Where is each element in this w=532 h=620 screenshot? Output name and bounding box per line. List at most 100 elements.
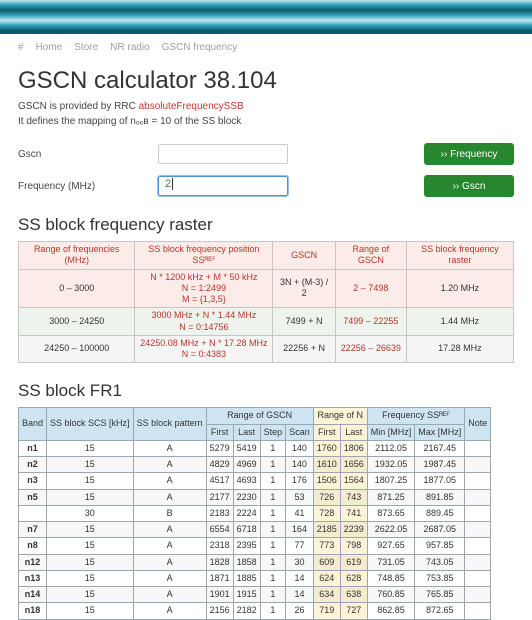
fr1-cell: 872.65 <box>415 603 465 619</box>
fr1-cell: 743.05 <box>415 554 465 570</box>
fr1-cell: 891.85 <box>415 489 465 505</box>
fr1-heading: SS block FR1 <box>18 381 514 401</box>
fr1-row: n1215A18281858130609619731.05743.05 <box>19 554 491 570</box>
gscn-input[interactable] <box>158 144 288 164</box>
page-title: GSCN calculator 38.104 <box>18 67 514 95</box>
fr1-col-pattern: SS block pattern <box>133 408 206 441</box>
gscn-button[interactable]: Gscn <box>424 175 514 197</box>
fr1-cell: 753.85 <box>415 570 465 586</box>
fr1-sub-first: First <box>206 424 233 440</box>
fr1-col-freq: Frequency SSᴿᴱꟳ <box>367 408 465 424</box>
fr1-cell: 14 <box>286 587 314 603</box>
fr1-cell <box>465 457 491 473</box>
fr1-cell: 15 <box>47 440 134 456</box>
fr1-cell: 1807.25 <box>367 473 415 489</box>
fr1-cell <box>465 505 491 521</box>
fr1-cell: 4969 <box>233 457 260 473</box>
fr1-cell: 15 <box>47 473 134 489</box>
fr1-sub-nfirst: First <box>313 424 340 440</box>
fr1-cell: A <box>133 587 206 603</box>
fr1-cell: 2622.05 <box>367 522 415 538</box>
breadcrumb-home-icon[interactable]: # <box>18 42 24 53</box>
fr1-cell: 1 <box>260 440 286 456</box>
fr1-cell: n5 <box>19 489 47 505</box>
fr1-cell: 873.65 <box>367 505 415 521</box>
breadcrumb-item[interactable]: Store <box>74 42 98 53</box>
desc-text-2: It defines the mapping of nₒₒʙ = 10 of t… <box>18 116 241 127</box>
breadcrumb: # Home Store NR radio GSCN frequency <box>18 34 514 61</box>
fr1-cell: 1932.05 <box>367 457 415 473</box>
fr1-cell: 2156 <box>206 603 233 619</box>
fr1-cell: 1885 <box>233 570 260 586</box>
fr1-cell: A <box>133 522 206 538</box>
raster-cell: 24250.08 MHz + N * 17.28 MHzN = 0:4383 <box>135 335 273 363</box>
fr1-cell: 1 <box>260 457 286 473</box>
raster-cell: 3000 MHz + N * 1.44 MHzN = 0:14756 <box>135 308 273 336</box>
fr1-cell: 2224 <box>233 505 260 521</box>
breadcrumb-item[interactable]: NR radio <box>110 42 149 53</box>
fr1-cell: 2167.45 <box>415 440 465 456</box>
desc-text: GSCN is provided by RRC <box>18 101 139 112</box>
fr1-cell: 2395 <box>233 538 260 554</box>
fr1-cell: 609 <box>313 554 340 570</box>
raster-col-step: SS block frequency raster <box>406 242 513 270</box>
frequency-input-value: 2 <box>165 178 171 190</box>
fr1-cell: 871.25 <box>367 489 415 505</box>
fr1-cell <box>465 489 491 505</box>
fr1-table: Band SS block SCS [kHz] SS block pattern… <box>18 407 491 619</box>
fr1-cell: 4829 <box>206 457 233 473</box>
fr1-cell: 140 <box>286 440 314 456</box>
fr1-cell: 14 <box>286 570 314 586</box>
frequency-label: Frequency (MHz) <box>18 181 158 192</box>
raster-col-range: Range of frequencies (MHz) <box>19 242 135 270</box>
fr1-cell: 15 <box>47 570 134 586</box>
fr1-cell: 2182 <box>233 603 260 619</box>
fr1-cell: B <box>133 505 206 521</box>
fr1-cell: 6718 <box>233 522 260 538</box>
fr1-cell: 164 <box>286 522 314 538</box>
raster-col-pos: SS block frequency position SSᴿᴱꟳ <box>135 242 273 270</box>
raster-cell: 1.20 MHz <box>406 269 513 308</box>
fr1-cell: A <box>133 554 206 570</box>
fr1-cell: 1610 <box>313 457 340 473</box>
fr1-cell <box>465 554 491 570</box>
fr1-cell: A <box>133 603 206 619</box>
raster-cell: 7499 – 22255 <box>335 308 406 336</box>
fr1-cell: 15 <box>47 457 134 473</box>
banner-image <box>0 0 532 34</box>
fr1-cell: 1 <box>260 554 286 570</box>
fr1-col-note: Note <box>465 408 491 441</box>
fr1-cell: 1 <box>260 603 286 619</box>
fr1-cell: 727 <box>340 603 367 619</box>
fr1-row: n215A482949691140161016561932.051987.45 <box>19 457 491 473</box>
fr1-cell: 1760 <box>313 440 340 456</box>
fr1-cell: A <box>133 440 206 456</box>
fr1-cell: 743 <box>340 489 367 505</box>
fr1-cell: 798 <box>340 538 367 554</box>
fr1-row: n1815A21562182126719727862.85872.65 <box>19 603 491 619</box>
fr1-row: n115A527954191140176018062112.052167.45 <box>19 440 491 456</box>
frequency-input[interactable]: 2 <box>158 176 288 196</box>
fr1-cell: 26 <box>286 603 314 619</box>
fr1-col-gscn-range: Range of GSCN <box>206 408 313 424</box>
fr1-cell: 1 <box>260 570 286 586</box>
fr1-col-n-range: Range of N <box>313 408 367 424</box>
fr1-cell: 1806 <box>340 440 367 456</box>
absolute-frequency-ssb-link[interactable]: absoluteFrequencySSB <box>139 101 244 112</box>
raster-cell: 7499 + N <box>273 308 335 336</box>
fr1-row: n515A21772230153726743871.25891.85 <box>19 489 491 505</box>
fr1-cell: n8 <box>19 538 47 554</box>
frequency-button[interactable]: Frequency <box>424 143 514 165</box>
fr1-cell: n1 <box>19 440 47 456</box>
breadcrumb-item[interactable]: Home <box>36 42 63 53</box>
fr1-cell: 1506 <box>313 473 340 489</box>
fr1-cell: 765.85 <box>415 587 465 603</box>
fr1-cell: 1858 <box>233 554 260 570</box>
fr1-cell: 2318 <box>206 538 233 554</box>
fr1-cell: 760.85 <box>367 587 415 603</box>
fr1-col-scs: SS block SCS [kHz] <box>47 408 134 441</box>
fr1-cell <box>465 440 491 456</box>
fr1-cell: 2239 <box>340 522 367 538</box>
fr1-cell <box>465 473 491 489</box>
fr1-cell: A <box>133 570 206 586</box>
